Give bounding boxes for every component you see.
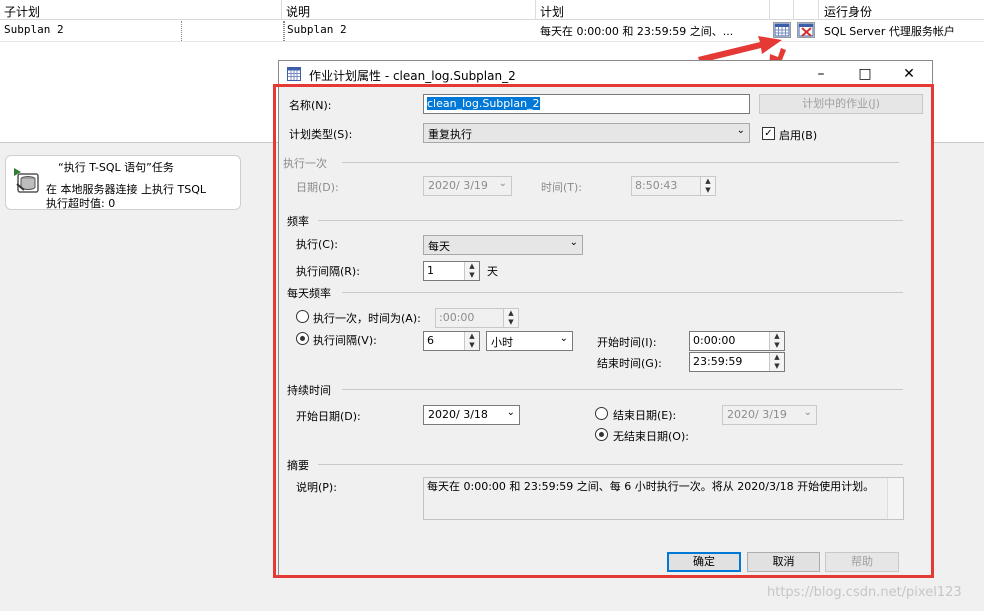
grid-header: 子计划 说明 计划 运行身份 <box>0 0 984 20</box>
task-timeout: 执行超时值: 0 <box>46 197 116 210</box>
task-card[interactable]: “执行 T-SQL 语句”任务 在 本地服务器连接 上执行 TSQL 执行超时值… <box>5 155 241 210</box>
dialog-title: 作业计划属性 - clean_log.Subplan_2 <box>309 69 516 83</box>
table-row[interactable]: Subplan 2 Subplan 2 每天在 0:00:00 和 23:59:… <box>0 20 984 42</box>
highlight-frame <box>273 84 934 578</box>
col-header-schedule[interactable]: 计划 <box>540 3 564 20</box>
col-header-subplan[interactable]: 子计划 <box>4 3 40 20</box>
watermark: https://blog.csdn.net/pixel123 <box>767 585 962 600</box>
cell-subplan[interactable]: Subplan 2 <box>4 23 64 36</box>
task-title: “执行 T-SQL 语句”任务 <box>58 161 174 174</box>
col-header-run-as[interactable]: 运行身份 <box>824 3 872 20</box>
cell-run-as[interactable]: SQL Server 代理服务帐户 <box>824 23 955 39</box>
col-header-description[interactable]: 说明 <box>286 3 310 20</box>
cell-description[interactable]: Subplan 2 <box>287 23 347 36</box>
tsql-task-icon <box>12 166 42 196</box>
calendar-icon <box>287 67 301 81</box>
